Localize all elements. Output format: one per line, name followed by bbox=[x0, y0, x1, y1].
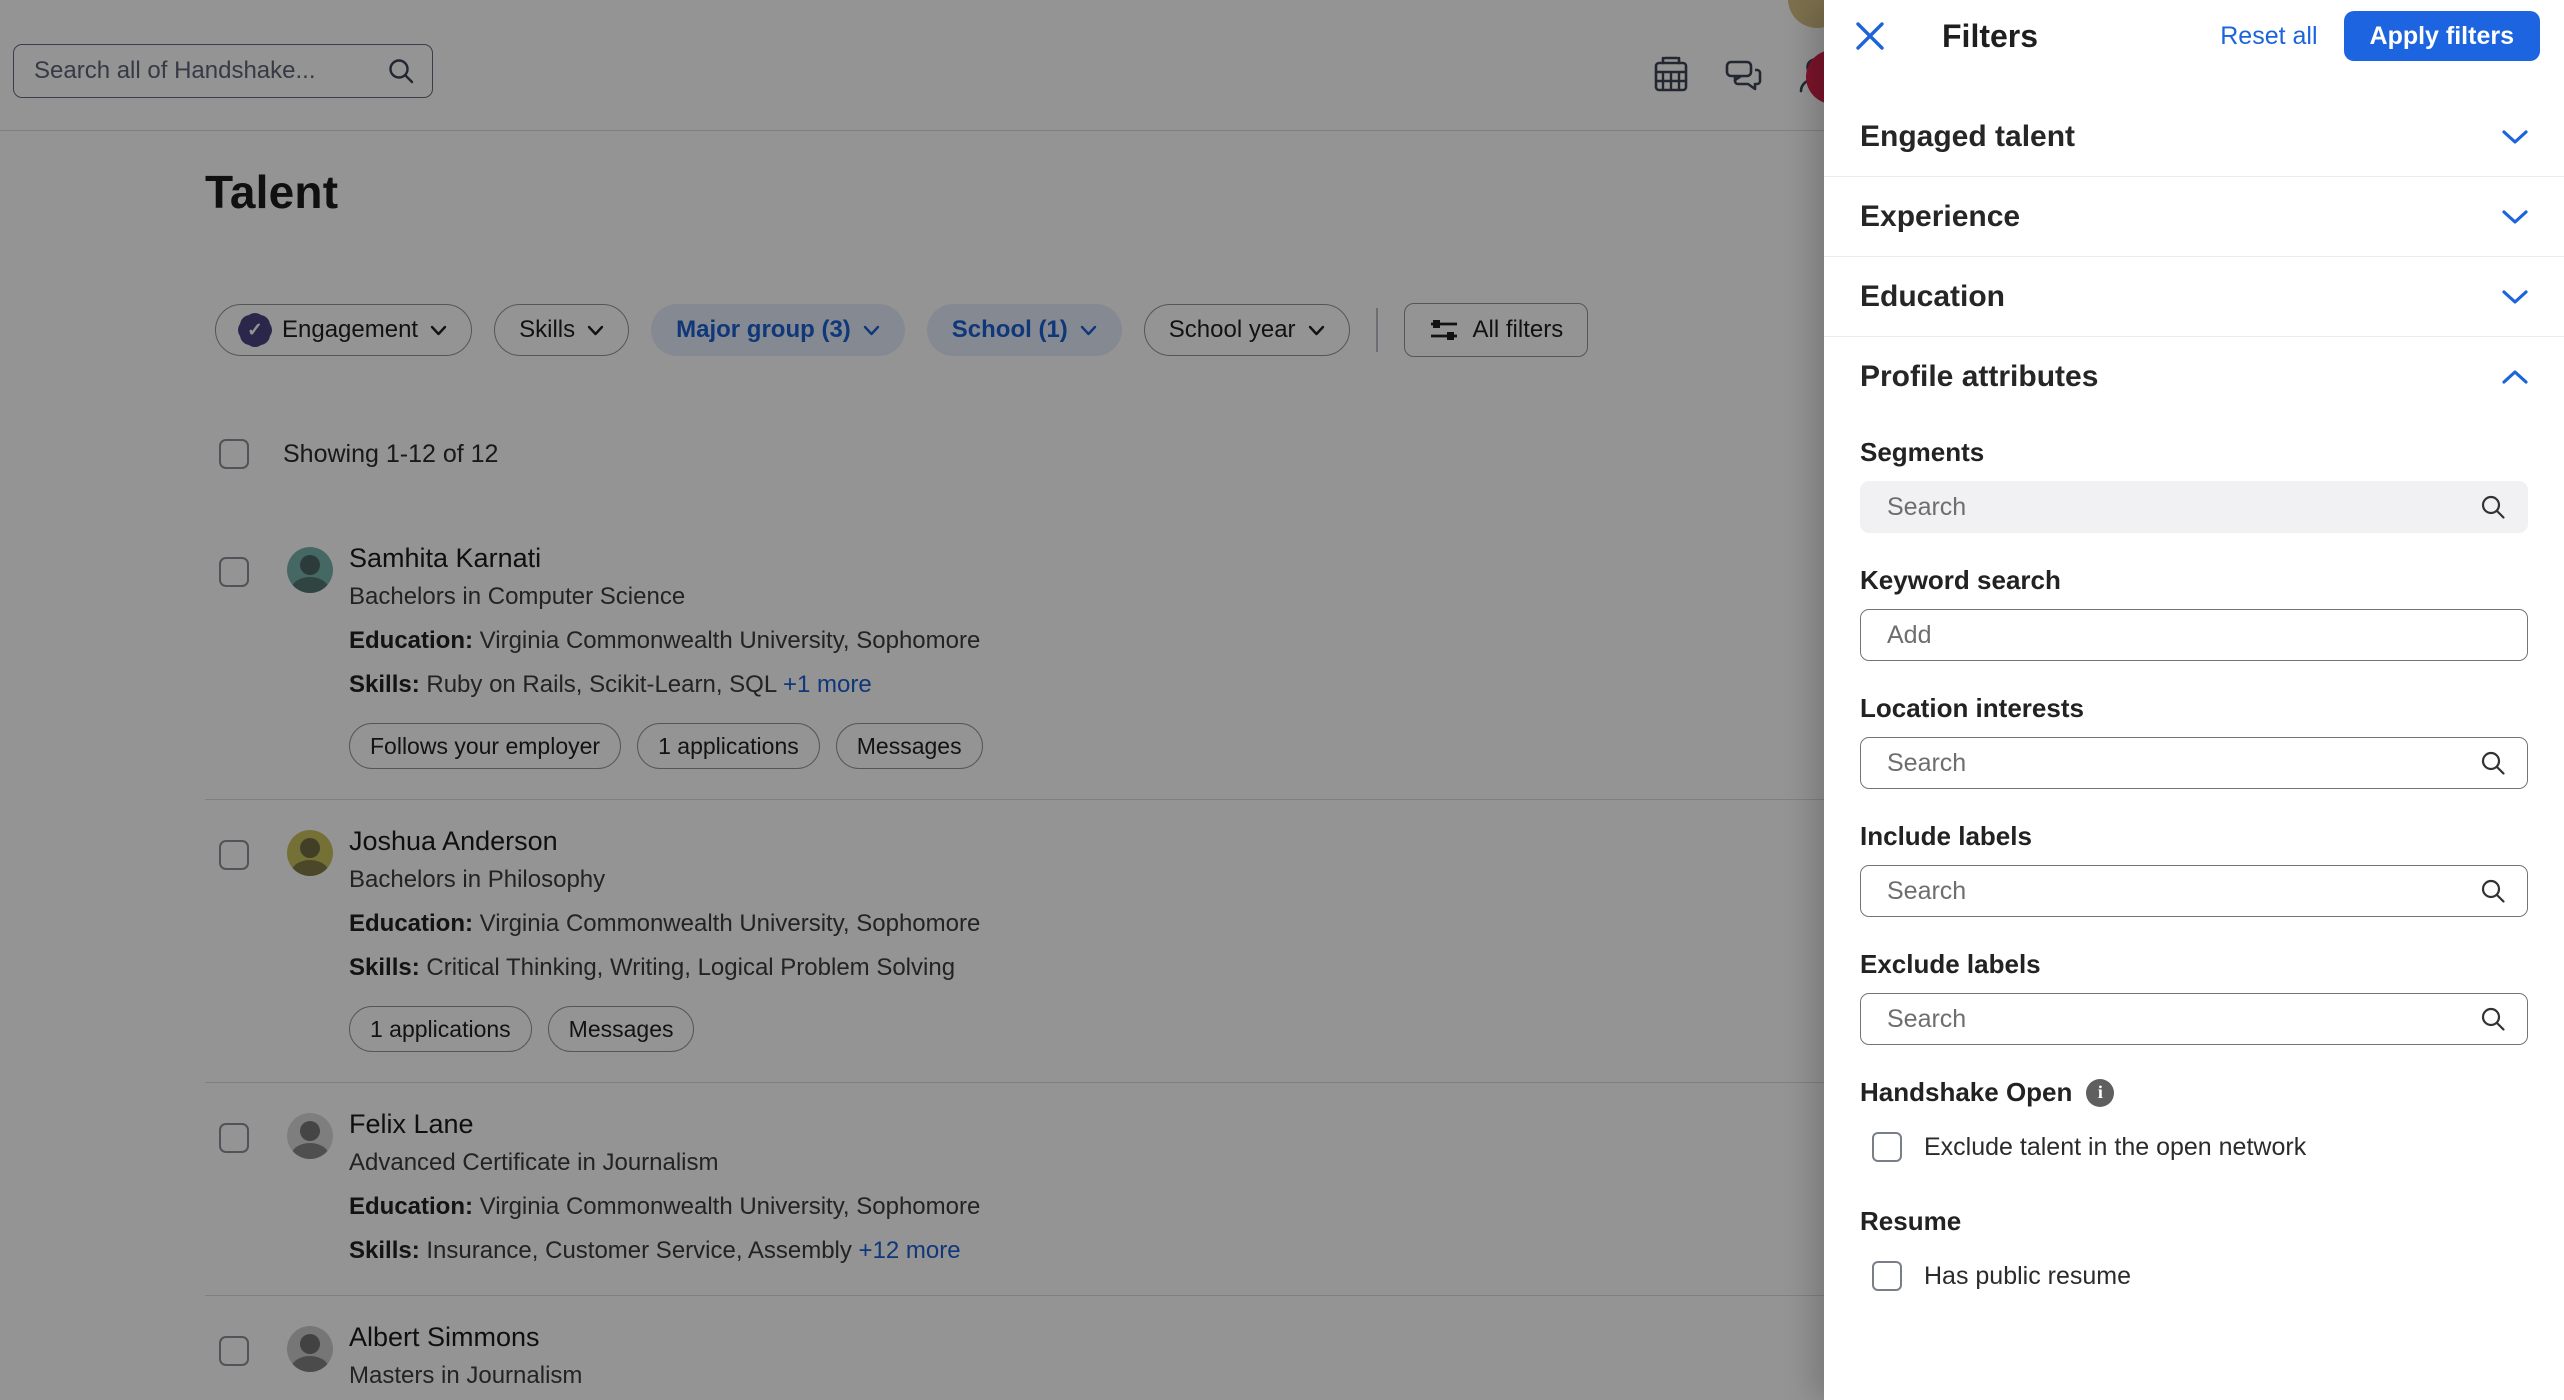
modal-overlay[interactable] bbox=[0, 0, 1824, 1400]
filters-panel: Filters Reset all Apply filters Engaged … bbox=[1824, 0, 2564, 1400]
close-icon bbox=[1856, 22, 1884, 50]
segments-search-input[interactable] bbox=[1861, 482, 2479, 532]
info-icon[interactable]: i bbox=[2086, 1078, 2115, 1107]
location-interests-input[interactable] bbox=[1861, 738, 2479, 788]
chevron-down-icon bbox=[2502, 289, 2528, 304]
chevron-up-icon bbox=[2502, 370, 2528, 384]
search-icon bbox=[2481, 879, 2505, 903]
chevron-down-icon bbox=[2502, 129, 2528, 144]
exclude-labels-label: Exclude labels bbox=[1860, 949, 2041, 979]
filter-section-engaged-talent[interactable]: Engaged talent bbox=[1824, 97, 2564, 177]
segments-label: Segments bbox=[1860, 437, 1985, 467]
keyword-search-label: Keyword search bbox=[1860, 565, 2061, 595]
filter-section-profile-attributes[interactable]: Profile attributes bbox=[1824, 337, 2564, 417]
close-button[interactable] bbox=[1852, 18, 1888, 54]
include-labels-input[interactable] bbox=[1861, 866, 2479, 916]
apply-filters-button[interactable]: Apply filters bbox=[2343, 11, 2540, 61]
exclude-labels-input[interactable] bbox=[1861, 994, 2479, 1044]
keyword-search-input[interactable] bbox=[1861, 610, 2527, 660]
handshake-open-label: Handshake Open bbox=[1860, 1077, 2073, 1107]
search-icon bbox=[2481, 495, 2505, 519]
filter-section-experience[interactable]: Experience bbox=[1824, 177, 2564, 257]
reset-all-button[interactable]: Reset all bbox=[2220, 22, 2317, 51]
chevron-down-icon bbox=[2502, 209, 2528, 224]
has-public-resume-label: Has public resume bbox=[1924, 1261, 2132, 1290]
has-public-resume-checkbox[interactable] bbox=[1872, 1261, 1902, 1291]
search-icon bbox=[2481, 751, 2505, 775]
profile-attributes-content: Segments Keyword search Location interes… bbox=[1824, 417, 2564, 1291]
panel-title: Filters bbox=[1942, 17, 2039, 54]
search-icon bbox=[2481, 1007, 2505, 1031]
filter-section-education[interactable]: Education bbox=[1824, 257, 2564, 337]
resume-label: Resume bbox=[1860, 1206, 1962, 1236]
include-labels-label: Include labels bbox=[1860, 821, 2032, 851]
location-interests-label: Location interests bbox=[1860, 693, 2084, 723]
exclude-open-network-checkbox[interactable] bbox=[1872, 1132, 1902, 1162]
exclude-open-network-label: Exclude talent in the open network bbox=[1924, 1132, 2307, 1161]
